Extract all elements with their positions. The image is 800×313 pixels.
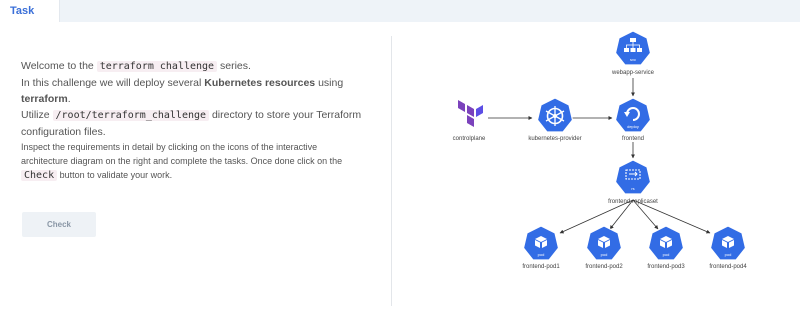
sub-pod: pod (725, 252, 732, 257)
node-frontend-pod1[interactable]: pod frontend-pod1 (522, 225, 560, 270)
kubernetes-icon (536, 97, 574, 133)
sub-pod: pod (538, 252, 545, 257)
node-frontend-replicaset[interactable]: rs frontend-replicaset (608, 159, 658, 205)
sub-pod: pod (663, 252, 670, 257)
architecture-diagram: controlplane kubernetes-provider svc web… (453, 30, 747, 270)
sub-deploy: deploy (627, 124, 639, 129)
label-frontend-pod2: frontend-pod2 (585, 264, 623, 270)
node-frontend-pod4[interactable]: pod frontend-pod4 (709, 225, 747, 270)
node-webapp-service[interactable]: svc webapp-service (611, 30, 655, 76)
label-frontend-replicaset: frontend-replicaset (608, 199, 658, 205)
sub-rs: rs (631, 186, 634, 191)
terraform-icon (458, 100, 483, 127)
label-frontend-pod3: frontend-pod3 (647, 264, 685, 270)
node-frontend[interactable]: deploy frontend (614, 97, 652, 142)
label-frontend-pod4: frontend-pod4 (709, 264, 747, 270)
label-frontend: frontend (622, 136, 644, 142)
label-kubernetes-provider: kubernetes-provider (528, 136, 581, 142)
node-kubernetes-provider[interactable]: kubernetes-provider (528, 97, 582, 142)
sub-svc: svc (630, 57, 636, 62)
sub-pod: pod (601, 252, 608, 257)
label-controlplane: controlplane (453, 136, 486, 142)
label-webapp-service: webapp-service (611, 70, 655, 76)
node-controlplane[interactable]: controlplane (453, 100, 486, 142)
node-frontend-pod3[interactable]: pod frontend-pod3 (647, 225, 685, 270)
diagram-edges (488, 78, 711, 234)
node-frontend-pod2[interactable]: pod frontend-pod2 (585, 225, 623, 270)
label-frontend-pod1: frontend-pod1 (522, 264, 560, 270)
